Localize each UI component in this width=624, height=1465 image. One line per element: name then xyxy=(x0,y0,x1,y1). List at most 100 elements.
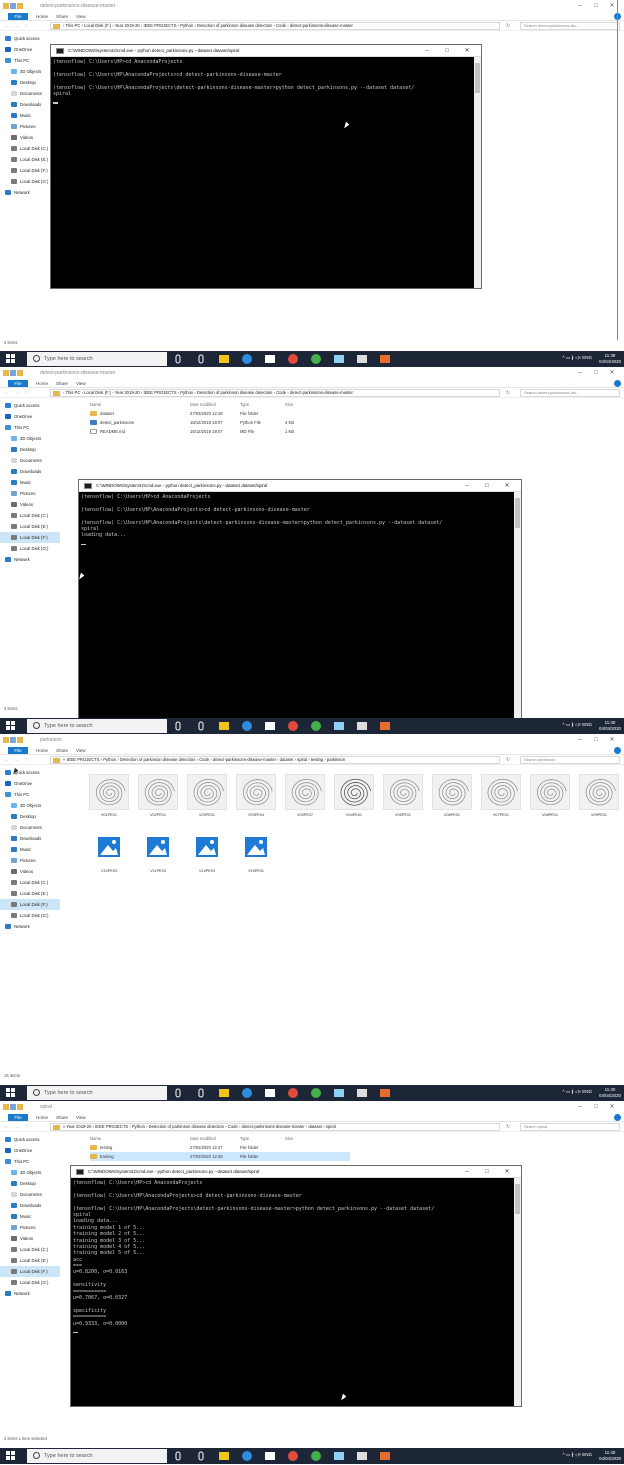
store-icon[interactable] xyxy=(264,1450,276,1462)
notepad-icon[interactable] xyxy=(333,1087,345,1099)
breadcrumb[interactable]: « Year 2019-20 › IEEE PROJECTS › Python … xyxy=(50,1123,500,1131)
help-icon[interactable] xyxy=(614,1114,621,1121)
search-input[interactable]: Search spiral xyxy=(520,1123,620,1131)
microphone-icon[interactable] xyxy=(172,720,184,732)
cmd-scrollbar[interactable] xyxy=(514,492,521,718)
nav-item[interactable]: Desktop xyxy=(0,811,60,822)
nav-item[interactable]: Local Disk (F:) xyxy=(0,1266,60,1277)
maximize-icon[interactable]: □ xyxy=(588,370,604,376)
tab-file[interactable]: File xyxy=(8,747,28,754)
thumbnail-item[interactable]: V09PE01 xyxy=(578,774,620,817)
maximize-icon[interactable]: □ xyxy=(437,48,457,54)
chrome-icon[interactable] xyxy=(287,1450,299,1462)
refresh-icon[interactable]: ↻ xyxy=(506,390,510,396)
tab-view[interactable]: View xyxy=(76,1115,86,1120)
nav-arrows-icon[interactable]: ← → ↑ xyxy=(4,757,29,763)
minimize-icon[interactable]: – xyxy=(572,3,588,9)
store-icon[interactable] xyxy=(264,720,276,732)
nav-arrows-icon[interactable]: ← → ↑ xyxy=(4,390,29,396)
store-icon[interactable] xyxy=(264,353,276,365)
nav-item[interactable]: Documents xyxy=(0,1189,60,1200)
edge-icon[interactable] xyxy=(241,1087,253,1099)
thumbnail-item[interactable]: V15PE01 xyxy=(235,830,277,873)
nav-item[interactable]: Quick access xyxy=(0,1134,60,1145)
scroll-thumb[interactable] xyxy=(515,498,520,528)
nav-item[interactable]: OneDrive xyxy=(0,411,60,422)
chrome-icon[interactable] xyxy=(287,1087,299,1099)
nav-item[interactable]: Local Disk (F:) xyxy=(0,899,60,910)
chrome-icon[interactable] xyxy=(287,353,299,365)
nav-item[interactable]: Local Disk (G:) xyxy=(0,543,60,554)
cmd-window-controls[interactable]: – □ ✕ xyxy=(417,47,477,54)
nav-arrows-icon[interactable]: ← → ↑ xyxy=(4,1124,29,1130)
tab-file[interactable]: File xyxy=(8,380,28,387)
anaconda-icon[interactable] xyxy=(310,353,322,365)
windows-start-icon[interactable] xyxy=(6,1451,16,1461)
thumbnail-item[interactable]: V03PE01 xyxy=(186,774,228,817)
nav-item[interactable]: 3D Objects xyxy=(0,800,60,811)
edge-icon[interactable] xyxy=(241,720,253,732)
quick-access-toolbar[interactable] xyxy=(3,1104,33,1110)
file-row[interactable]: training 27/03/2020 12:28 File folder xyxy=(90,1152,350,1161)
nav-item[interactable]: Music xyxy=(0,1211,60,1222)
edge-icon[interactable] xyxy=(241,353,253,365)
nav-item[interactable]: Music xyxy=(0,477,60,488)
anaconda-icon[interactable] xyxy=(310,720,322,732)
window-controls[interactable]: – □ ✕ xyxy=(572,369,620,376)
cmd-titlebar[interactable]: C:\WINDOWS\system32\cmd.exe - python det… xyxy=(71,1166,521,1178)
nav-item[interactable]: Network xyxy=(0,921,60,932)
thumbnail-item[interactable]: V14PE03 xyxy=(186,830,228,873)
system-tray[interactable]: ^ ▭ ∦ ◁× ENG xyxy=(563,1452,592,1458)
close-icon[interactable]: ✕ xyxy=(457,47,477,54)
cmd-scrollbar[interactable] xyxy=(514,1178,521,1406)
file-explorer-icon[interactable] xyxy=(218,353,230,365)
search-input[interactable]: Search detect-parkinsons-dis... xyxy=(520,389,620,397)
search-input[interactable]: Search detect-parkinsons-dis... xyxy=(520,22,620,30)
file-row[interactable]: detect_parkinsons 18/12/2019 19:07 Python … xyxy=(90,418,350,427)
taskbar-search-input[interactable]: Type here to search xyxy=(27,352,167,366)
tab-view[interactable]: View xyxy=(76,381,86,386)
chrome-icon[interactable] xyxy=(287,720,299,732)
nav-item[interactable]: Quick access xyxy=(0,33,60,44)
windows-start-icon[interactable] xyxy=(6,721,16,731)
thumbnail-item[interactable]: V05PE01 xyxy=(382,774,424,817)
anaconda-icon[interactable] xyxy=(310,1450,322,1462)
taskbar-clock[interactable]: 11:40 04/04/2020 xyxy=(599,1087,621,1098)
notepad-icon[interactable] xyxy=(333,720,345,732)
scroll-thumb[interactable] xyxy=(475,63,480,93)
notepad-icon[interactable] xyxy=(333,1450,345,1462)
nav-item[interactable]: Local Disk (G:) xyxy=(0,1277,60,1288)
anaconda-icon[interactable] xyxy=(310,1087,322,1099)
microphone-icon[interactable] xyxy=(172,1087,184,1099)
nav-arrows-icon[interactable]: ← → ↑ xyxy=(4,23,29,29)
taskbar-clock[interactable]: 11:40 04/04/2020 xyxy=(599,720,621,731)
file-row[interactable]: README.md 18/12/2019 19:07 MD File 1 KB xyxy=(90,427,350,436)
windows-start-icon[interactable] xyxy=(6,1088,16,1098)
refresh-icon[interactable]: ↻ xyxy=(506,1124,510,1130)
nav-item[interactable]: Local Disk (F:) xyxy=(0,532,60,543)
window-controls[interactable]: – □ ✕ xyxy=(572,2,620,9)
maximize-icon[interactable]: □ xyxy=(588,737,604,743)
nav-item[interactable]: OneDrive xyxy=(0,778,60,789)
breadcrumb[interactable]: « IEEE PROJECTS › Python › Detection of … xyxy=(50,756,500,764)
microphone-icon[interactable] xyxy=(172,1450,184,1462)
task-view-icon[interactable] xyxy=(195,720,207,732)
cmd-titlebar[interactable]: C:\WINDOWS\system32\cmd.exe - python det… xyxy=(79,480,521,492)
tab-file[interactable]: File xyxy=(8,13,28,20)
quick-access-toolbar[interactable] xyxy=(3,370,33,376)
nav-item[interactable]: Local Disk (G:) xyxy=(0,910,60,921)
thumbnail-item[interactable]: V08PE01 xyxy=(529,774,571,817)
maximize-icon[interactable]: □ xyxy=(477,483,497,489)
app-icon[interactable] xyxy=(379,720,391,732)
nav-item[interactable]: This PC xyxy=(0,422,60,433)
thumbnail-item[interactable]: V04PE01 xyxy=(333,774,375,817)
tab-home[interactable]: Home xyxy=(36,1115,48,1120)
column-header[interactable]: Name xyxy=(90,400,101,409)
close-icon[interactable]: ✕ xyxy=(497,1168,517,1175)
nav-item[interactable]: Downloads xyxy=(0,466,60,477)
breadcrumb[interactable]: › This PC › Local Disk (F:) › Year 2019-… xyxy=(50,389,500,397)
quick-access-toolbar[interactable] xyxy=(3,737,33,743)
nav-item[interactable]: Videos xyxy=(0,499,60,510)
minimize-icon[interactable]: – xyxy=(572,1104,588,1110)
search-input[interactable]: Search parkinson xyxy=(520,756,620,764)
